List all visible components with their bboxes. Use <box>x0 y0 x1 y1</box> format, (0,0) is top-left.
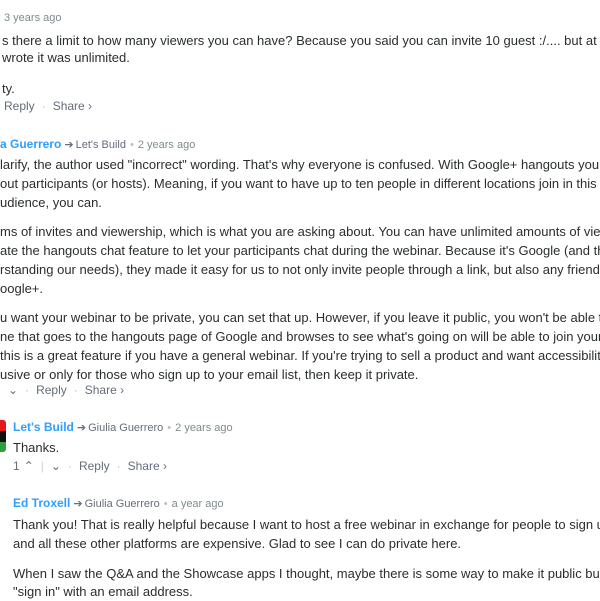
separator: · <box>41 99 46 113</box>
avatar-stripe <box>0 420 6 431</box>
avatar-stripe <box>0 442 6 452</box>
share-arrow-icon: ➔ <box>73 498 83 510</box>
separator: | <box>40 459 44 473</box>
upvote-count: 1 <box>13 459 20 473</box>
share-arrow-icon: ➔ <box>76 422 87 434</box>
separator: · <box>73 383 78 397</box>
comment-text-line: and all these other platforms are expens… <box>13 536 462 551</box>
comment-text: Thanks. <box>13 440 60 455</box>
comment-actions: ⌄ · Reply · Share › <box>8 383 124 397</box>
comment-actions: 1 ⌃ | ⌄ · Reply · Share › <box>13 459 167 473</box>
comment-timestamp[interactable]: 2 years ago <box>138 139 195 151</box>
separator: · <box>25 383 30 397</box>
comment-text-line: Thank you! That is really helpful becaus… <box>13 517 600 532</box>
reply-to-author[interactable]: Giulia Guerrero <box>85 498 160 510</box>
comment-text-line: ne that goes to the hangouts page of Goo… <box>0 329 600 344</box>
share-link[interactable]: Share › <box>85 383 124 397</box>
comment-header: Let's Build ➔ Giulia Guerrero • 2 years ago <box>13 420 233 434</box>
comment-timestamp[interactable]: 2 years ago <box>175 422 232 434</box>
comment-text-line: udience, you can. <box>0 195 102 210</box>
avatar-stripe <box>0 431 6 442</box>
reply-link[interactable]: Reply <box>4 99 35 113</box>
downvote-icon[interactable]: ⌄ <box>8 383 18 397</box>
comment-text-line: wrote it was unlimited. <box>2 50 130 65</box>
comment-text-line: rstanding our needs), they made it easy … <box>0 262 600 277</box>
comment-author[interactable]: Let's Build <box>13 420 74 434</box>
separator: · <box>67 459 72 473</box>
comment-text-line: ate the hangouts chat feature to let you… <box>0 243 600 258</box>
reply-link[interactable]: Reply <box>79 459 110 473</box>
comment-timestamp[interactable]: 3 years ago <box>4 12 61 24</box>
avatar[interactable] <box>0 420 6 452</box>
reply-to-author[interactable]: Giulia Guerrero <box>88 422 163 434</box>
comment-author[interactable]: Ed Troxell <box>13 496 70 510</box>
separator: • <box>130 139 134 151</box>
comment-text-line: this is a great feature if you have a ge… <box>0 348 600 363</box>
reply-link[interactable]: Reply <box>36 383 67 397</box>
separator: • <box>163 498 168 510</box>
comment-header: Ed Troxell ➔ Giulia Guerrero • a year ago <box>13 496 224 510</box>
comment-text-line: ms of invites and viewership, which is w… <box>0 224 600 239</box>
comment-text-line: usive or only for those who sign up to y… <box>0 367 419 382</box>
downvote-icon[interactable]: ⌄ <box>51 459 61 473</box>
comment-actions: Reply · Share › <box>4 99 92 113</box>
comment-text-line: larify, the author used "incorrect" word… <box>0 157 600 172</box>
separator: • <box>167 422 172 434</box>
reply-to-author[interactable]: Let's Build <box>76 139 126 151</box>
comment-author[interactable]: a Guerrero <box>0 137 61 151</box>
upvote-icon[interactable]: ⌃ <box>24 459 34 473</box>
comment-header: a Guerrero ➔ Let's Build • 2 years ago <box>0 137 195 151</box>
share-link[interactable]: Share › <box>53 99 92 113</box>
comment-text-line: u want your webinar to be private, you c… <box>0 310 600 325</box>
comment-text-line: ty. <box>2 81 15 96</box>
comment-timestamp[interactable]: a year ago <box>172 498 224 510</box>
comment-text-line: out participants (or hosts). Meaning, if… <box>0 176 600 191</box>
comment-text-line: When I saw the Q&A and the Showcase apps… <box>13 566 600 581</box>
share-link[interactable]: Share › <box>128 459 167 473</box>
comment-text-line: "sign in" with an email address. <box>13 584 193 599</box>
share-arrow-icon: ➔ <box>64 139 74 151</box>
comment-text-line: oogle+. <box>0 281 44 296</box>
separator: · <box>116 459 121 473</box>
